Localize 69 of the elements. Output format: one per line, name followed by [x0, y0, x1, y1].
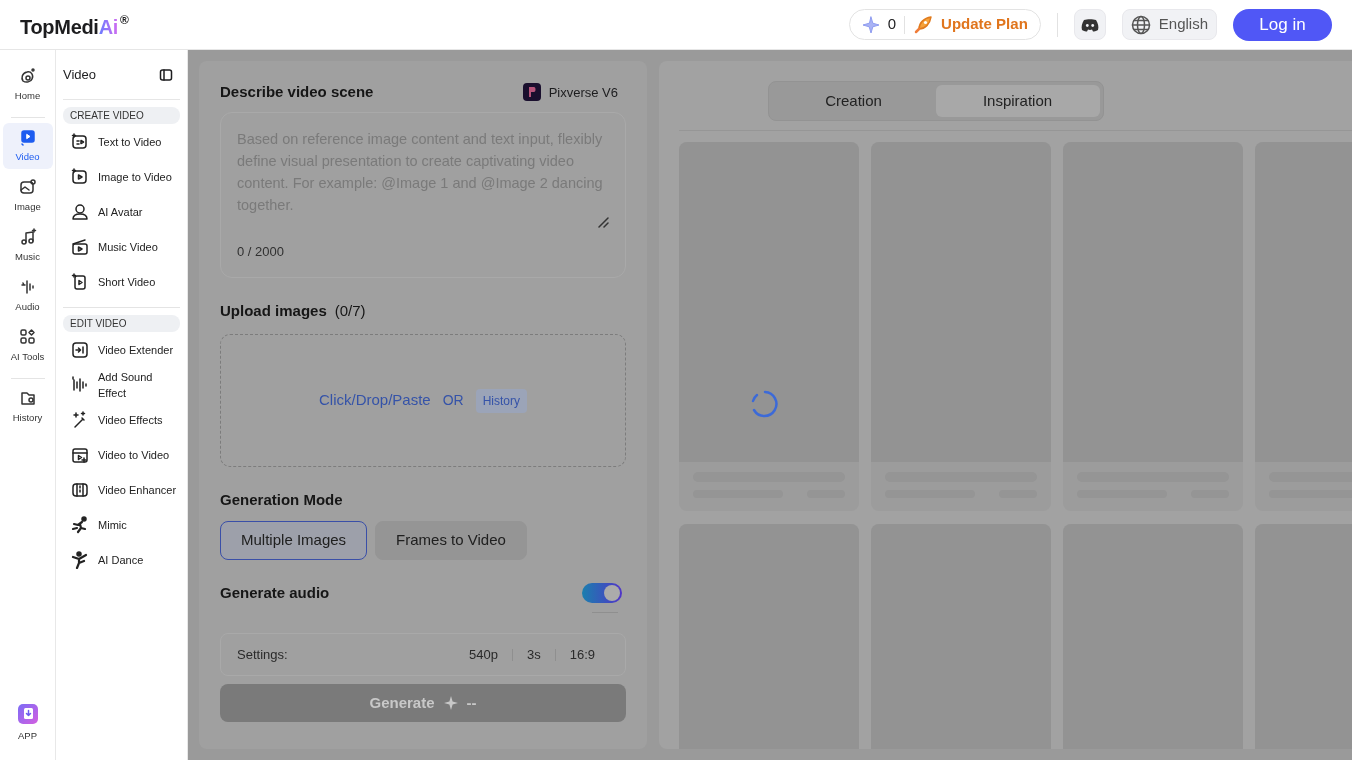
model-selector[interactable]: Pixverse V6: [522, 82, 619, 102]
language-button[interactable]: English: [1121, 9, 1217, 40]
runner-icon: [71, 515, 90, 534]
login-button[interactable]: Log in: [1233, 8, 1332, 41]
audio-toggle[interactable]: [582, 582, 623, 603]
discord-icon: [1080, 17, 1099, 32]
resize-icon: [597, 215, 610, 228]
section-title: Generation Mode: [220, 490, 344, 510]
sidebar-item[interactable]: Video Enhancer: [63, 472, 181, 507]
logo[interactable]: TopMediAi$^{®}$: [20, 8, 129, 41]
section-title: Generate audio: [220, 582, 330, 603]
rail-item[interactable]: Image: [2, 173, 53, 219]
dancer-icon: [71, 550, 90, 569]
sidebar-item[interactable]: Short Video: [63, 264, 181, 299]
app-icon: [16, 703, 39, 725]
sparkle-icon: [861, 15, 880, 34]
character-counter: 0 / 2000: [237, 243, 286, 261]
music-icon: [18, 227, 37, 246]
sidebar-item[interactable]: Video Effects: [63, 402, 181, 437]
sound-wave-icon: [71, 375, 90, 394]
sidebar-item[interactable]: Text to Video: [63, 124, 181, 159]
mode-tab[interactable]: Multiple Images: [220, 520, 368, 560]
rail-item[interactable]: Music: [2, 223, 53, 269]
settings-value: 16:9: [554, 648, 610, 661]
rail-item[interactable]: Home: [2, 62, 53, 108]
sidebar-item[interactable]: Add Sound Effect: [63, 367, 181, 402]
sidebar-item[interactable]: Mimic: [63, 507, 181, 542]
person-icon: [71, 202, 90, 221]
sidebar-item[interactable]: AI Avatar: [63, 194, 181, 229]
rail-item[interactable]: History: [2, 384, 53, 430]
settings-value: 3s: [512, 648, 555, 661]
video-icon: [18, 127, 37, 146]
sidebar-item[interactable]: Image to Video: [63, 159, 181, 194]
collapse-icon[interactable]: [159, 67, 174, 82]
settings-label: Settings:: [237, 645, 288, 664]
section-heading: EDIT VIDEO: [63, 315, 181, 332]
audio-icon: [18, 277, 37, 296]
rail-item[interactable]: Video: [2, 123, 53, 169]
credit-count: 0: [887, 14, 897, 35]
mode-tab[interactable]: Frames to Video: [375, 520, 527, 560]
tools-icon: [18, 327, 37, 346]
section-title: Upload images: [220, 300, 327, 321]
text-video-icon: [71, 132, 90, 151]
extend-icon: [71, 340, 90, 359]
sidebar-item[interactable]: Video Extender: [63, 332, 181, 367]
discord-button[interactable]: [1073, 9, 1106, 40]
film-icon: [71, 480, 90, 499]
sidebar-item[interactable]: Music Video: [63, 229, 181, 264]
sidebar-item[interactable]: AI Dance: [63, 542, 181, 577]
settings-bar[interactable]: Settings: 540p 3s 16:9: [220, 633, 627, 676]
section-title: Describe video scene: [220, 82, 374, 102]
image-icon: [18, 177, 37, 196]
rail-item[interactable]: Audio: [2, 273, 53, 319]
or-label: OR: [442, 391, 464, 410]
globe-icon: [1130, 14, 1151, 35]
rail-item[interactable]: AI Tools: [2, 323, 53, 369]
settings-value: 540p: [468, 648, 499, 661]
video-plus-icon: [71, 445, 90, 464]
clapper-icon: [71, 237, 90, 256]
home-icon: [18, 66, 37, 85]
app-button[interactable]: APP: [2, 702, 53, 752]
image-video-icon: [71, 167, 90, 186]
upload-count: (0/7): [334, 300, 366, 321]
tab[interactable]: Inspiration: [935, 85, 1100, 117]
section-heading: CREATE VIDEO: [63, 107, 181, 124]
sidebar-item[interactable]: Video to Video: [63, 437, 181, 472]
sidebar-title: Video: [63, 65, 97, 84]
tab[interactable]: Creation: [771, 85, 936, 117]
model-logo-icon: [522, 83, 541, 102]
